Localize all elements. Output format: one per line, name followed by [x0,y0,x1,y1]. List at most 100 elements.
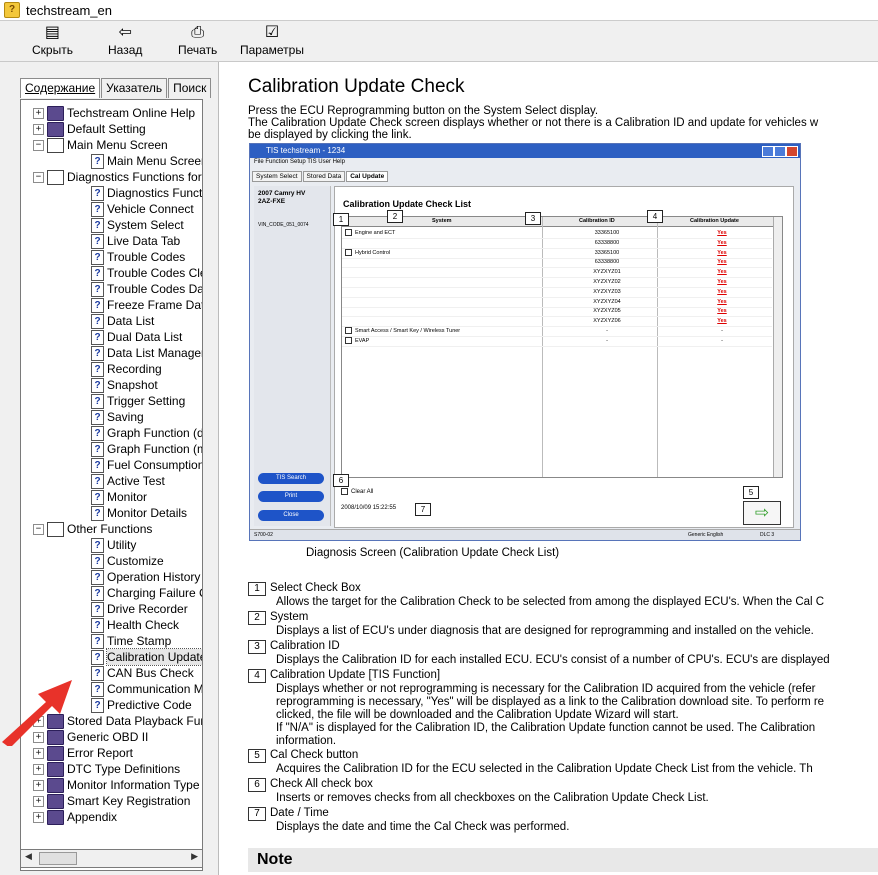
tree-item-label: Diagnostics Functions for To [67,170,203,184]
window-title: techstream_en [26,2,112,18]
back-button[interactable]: ⇦ Назад [108,22,142,58]
collapse-icon[interactable]: − [33,524,44,535]
tree-item[interactable]: ? Drive Recorder [21,601,201,617]
collapse-icon[interactable]: − [33,172,44,183]
tree-item-label: Monitor [107,490,148,504]
tree-item-label: Monitor Details [107,506,188,520]
grid-header: System Calibration ID Calibration Update [342,217,782,227]
tree-item[interactable]: ? Main Menu Screen [21,153,202,169]
minimize-icon [762,146,774,157]
expand-icon[interactable]: + [33,108,44,119]
tree-item[interactable]: ?Trouble Codes Data Sto [21,281,202,297]
tree-item[interactable]: ?Diagnostics Functions fo [21,185,202,201]
closed-book-icon [47,746,64,761]
tree-item[interactable]: + Monitor Information Type De [21,777,202,793]
tree-item[interactable]: ?Trouble Codes Clear [21,265,202,281]
tree-item[interactable]: ? Data List Manager [21,345,202,361]
tree-item[interactable]: ? Time Stamp [21,633,201,649]
tab-index[interactable]: Указатель [101,78,168,98]
shot-row-checkbox [345,337,352,345]
tree-item[interactable]: ? Health Check [21,617,201,633]
tree-item[interactable]: + Smart Key Registration [21,793,201,809]
tab-search[interactable]: Поиск [168,78,212,98]
expand-icon[interactable]: + [33,764,44,775]
help-page-icon: ? [91,234,104,249]
tree-item[interactable]: + Default Setting [21,121,201,137]
tree-item[interactable]: ? Utility [21,537,201,553]
item-title: Select Check Box [270,582,361,594]
tree-item[interactable]: ?Freeze Frame Data Disp [21,297,202,313]
callout-number: 1 [248,582,266,596]
expand-icon[interactable]: + [33,748,44,759]
tree-item[interactable]: ? Monitor [21,489,201,505]
help-page-icon: ? [91,202,104,217]
tree-item-label: Calibration Update Chec [106,648,202,666]
tree-item-label: Trouble Codes Clear [107,266,202,280]
help-page-icon: ? [91,586,104,601]
scroll-left-icon[interactable]: ◀ [25,851,32,862]
tree-item[interactable]: ?Calibration Update Chec [21,648,202,666]
tab-contents[interactable]: Содержание [20,78,101,98]
print-button[interactable]: ⎙ Печать [178,23,217,58]
tree-item[interactable]: + DTC Type Definitions [21,761,201,777]
tree-item[interactable]: − Main Menu Screen [21,137,201,153]
tree-item[interactable]: ? Trouble Codes [21,249,201,265]
back-arrow-icon: ⇦ [118,22,132,41]
expand-icon[interactable]: + [33,812,44,823]
options-button[interactable]: ☑ Параметры [240,23,304,58]
tree-item-label: Default Setting [67,122,146,136]
description-item: 2 System Displays a list of ECU's under di… [248,611,878,640]
expand-icon[interactable]: + [33,796,44,807]
scroll-right-icon[interactable]: ▶ [191,851,198,862]
tree-item[interactable]: ? Recording [21,361,201,377]
tree-item[interactable]: + Appendix [21,809,201,825]
tree-horizontal-scrollbar[interactable]: ◀ ▶ [20,849,203,868]
tree-item[interactable]: ? Trigger Setting [21,393,201,409]
close-icon [786,146,798,157]
expand-icon[interactable]: + [33,124,44,135]
vehicle-model: 2007 Camry HV [258,190,306,197]
expand-icon[interactable]: + [33,780,44,791]
tree-item[interactable]: + Error Report [21,745,201,761]
tree-item[interactable]: ? System Select [21,217,201,233]
tree-item[interactable]: ? Monitor Details [21,505,201,521]
shot-clear-all-checkbox [341,488,348,495]
tree-item[interactable]: ? Live Data Tab [21,233,201,249]
tree-item[interactable]: + Techstream Online Help [21,105,201,121]
tree-item[interactable]: ? Dual Data List [21,329,201,345]
tree-item[interactable]: ?Charging Failure Causes [21,585,202,601]
tree-item[interactable]: ? Saving [21,409,201,425]
tree-item[interactable]: ? Data List [21,313,201,329]
tree-item-label: Smart Key Registration [67,794,191,808]
nav-tabs: Содержание Указатель Поиск [20,78,212,98]
closed-book-icon [47,810,64,825]
tree-item[interactable]: ?Graph Function (multi fr [21,441,202,457]
scrollbar-thumb[interactable] [39,852,77,865]
hide-button[interactable]: ▤ Скрыть [32,23,73,58]
description-item: 1 Select Check Box Allows the target for t… [248,582,878,611]
collapse-icon[interactable]: − [33,140,44,151]
help-page-icon: ? [91,490,104,505]
tree-item[interactable]: ? Fuel Consumption [21,457,202,473]
tree-item[interactable]: − Diagnostics Functions for To [21,169,203,185]
tree-item[interactable]: ? Operation History [21,569,201,585]
tree-item-label: System Select [107,218,184,232]
tree-item-label: Operation History [107,570,201,584]
help-app-icon: ? [4,2,20,18]
tree-item[interactable]: ? Customize [21,553,201,569]
help-page-icon: ? [91,698,104,713]
screenshot-tabs: System Select Stored Data Cal Update [252,171,389,182]
tree-item[interactable]: ? Snapshot [21,377,201,393]
item-description: Displays the date and time the Cal Check… [276,821,570,833]
tree-item[interactable]: ? Active Test [21,473,201,489]
screenshot-main-panel: Calibration Update Check List System Cal… [333,186,794,528]
callout-1: 1 [333,213,349,226]
tree-item[interactable]: ? Vehicle Connect [21,201,201,217]
tree-item[interactable]: − Other Functions [21,521,201,537]
help-page-icon: ? [91,282,104,297]
tree-item[interactable]: ?Graph Function (data m [21,425,202,441]
tree-item-label: Live Data Tab [107,234,181,248]
tree-item-label: Charging Failure Causes [107,586,202,600]
item-title: Calibration Update [TIS Function] [270,669,441,681]
shot-tab-system-select: System Select [252,171,302,182]
